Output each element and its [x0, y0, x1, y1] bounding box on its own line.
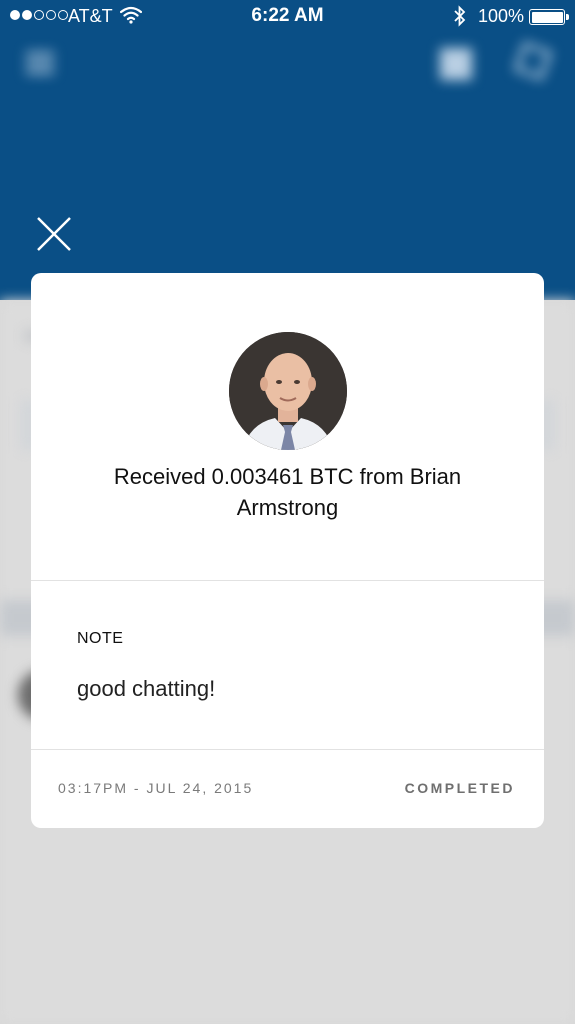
battery-percentage: 100% — [478, 6, 525, 26]
wallet-header-background — [0, 0, 575, 300]
note-text: good chatting! — [77, 676, 216, 701]
divider — [31, 749, 544, 750]
qr-code-icon — [440, 48, 472, 80]
battery-level — [531, 11, 563, 23]
bluetooth-icon — [453, 5, 467, 32]
battery-icon — [529, 9, 569, 25]
wallet-title-blurred — [0, 52, 575, 78]
transaction-detail-card: Received 0.003461 BTC from Brian Armstro… — [31, 273, 544, 828]
user-avatar — [229, 332, 347, 450]
status-badge: COMPLETED — [404, 780, 515, 796]
status-bar: AT&T 6:22 AM 100% — [0, 0, 575, 34]
transaction-date: 03:17PM - JUL 24, 2015 — [58, 780, 254, 796]
wallet-balance-blurred — [0, 148, 575, 202]
transaction-headline: Received 0.003461 BTC from Brian Armstro… — [113, 464, 462, 520]
note-label: NOTE — [77, 630, 124, 647]
wallet-subtitle-blurred — [0, 214, 575, 237]
divider — [31, 580, 544, 581]
close-icon[interactable] — [36, 216, 72, 252]
